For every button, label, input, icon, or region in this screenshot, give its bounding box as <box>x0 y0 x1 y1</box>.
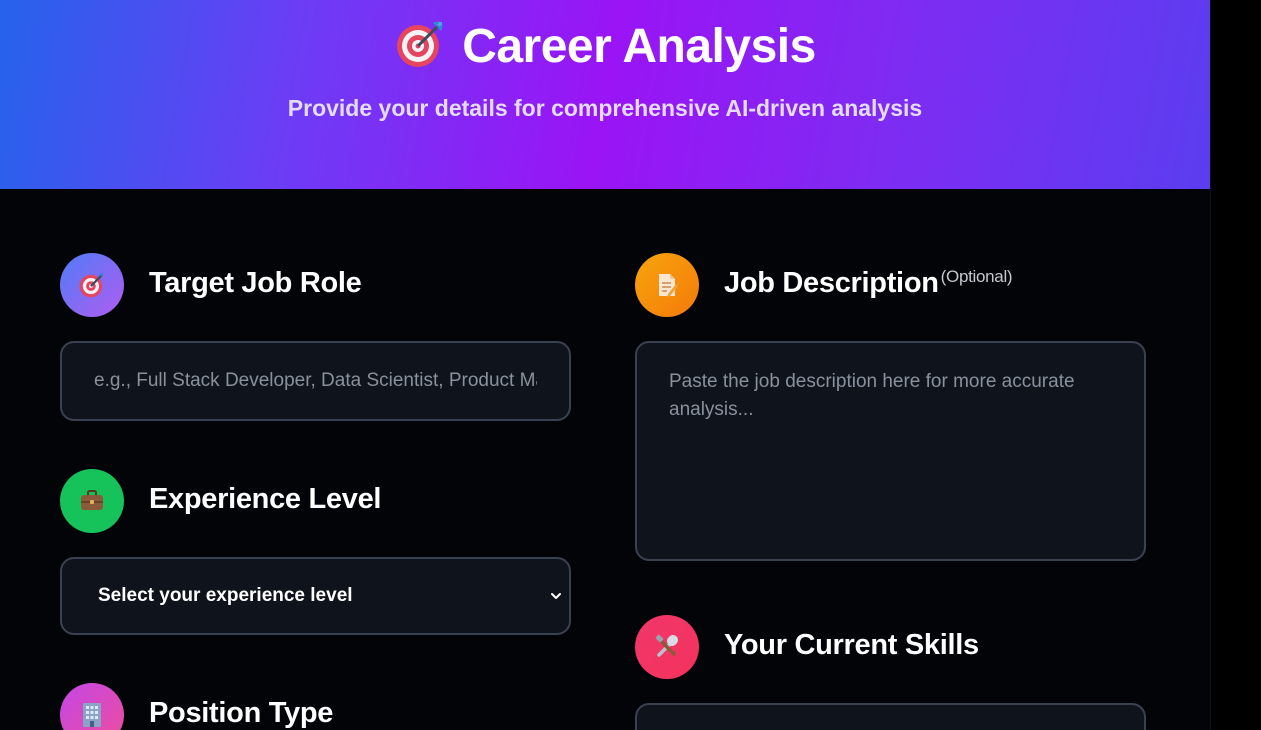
chevron-down-icon <box>551 593 561 599</box>
target-dart-icon <box>394 18 446 75</box>
hero-banner: Career Analysis Provide your details for… <box>0 0 1210 189</box>
target-dart-icon <box>60 253 124 317</box>
job-description-label: Job Description <box>724 267 939 299</box>
experience-level-select[interactable]: Select your experience level <box>60 557 571 635</box>
hero-title-row: Career Analysis <box>0 18 1210 75</box>
target-job-role-field <box>60 341 571 421</box>
current-skills-field[interactable] <box>635 703 1146 730</box>
current-skills-label: Your Current Skills <box>724 629 979 661</box>
experience-level-label: Experience Level <box>149 483 382 515</box>
page-subtitle: Provide your details for comprehensive A… <box>287 95 923 121</box>
job-description-textarea[interactable] <box>637 343 1144 559</box>
tools-icon <box>635 615 699 679</box>
career-analysis-page: Career Analysis Provide your details for… <box>0 0 1210 730</box>
position-type-label: Position Type <box>149 697 334 729</box>
target-job-role-label: Target Job Role <box>149 267 362 299</box>
page-title: Career Analysis <box>462 20 816 73</box>
briefcase-icon <box>60 469 124 533</box>
target-job-role-input[interactable] <box>62 343 569 419</box>
experience-level-selected-value: Select your experience level <box>98 585 353 606</box>
office-building-icon <box>60 683 124 730</box>
job-description-field <box>635 341 1146 561</box>
job-description-label-row: Job Description (Optional) <box>724 267 1013 300</box>
document-pencil-icon <box>635 253 699 317</box>
window-edge <box>1210 0 1261 730</box>
optional-tag: (Optional) <box>940 267 1013 286</box>
